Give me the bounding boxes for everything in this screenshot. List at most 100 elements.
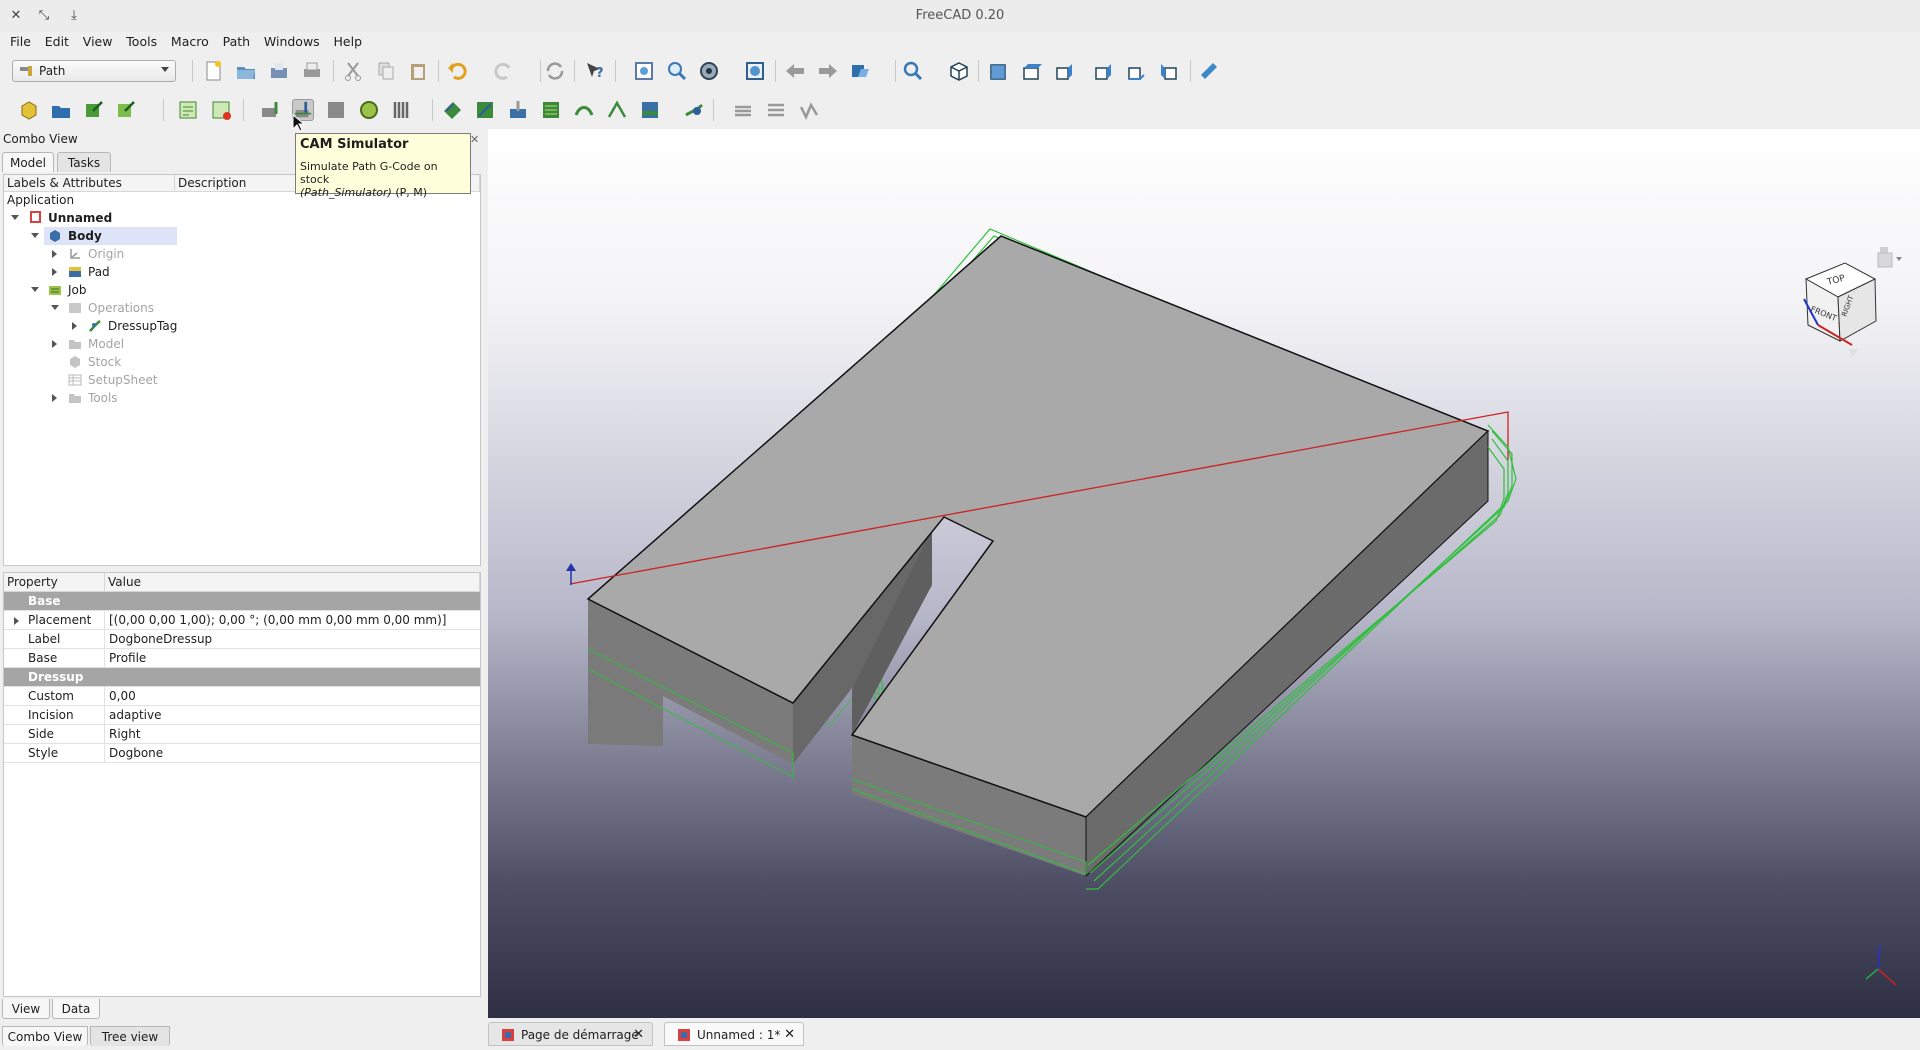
simulator-legacy-icon[interactable] <box>259 99 281 121</box>
draw-style-icon[interactable] <box>698 60 720 82</box>
property-row-placement[interactable]: Placement [(0,00 0,00 1,00); 0,00 °; (0,0… <box>4 611 480 630</box>
tab-view[interactable]: View <box>2 999 50 1019</box>
property-row-side[interactable]: Side Right <box>4 725 480 744</box>
rear-view-icon[interactable] <box>1092 60 1114 82</box>
whats-this-icon[interactable]: ? <box>584 60 606 82</box>
fit-selection-icon[interactable] <box>666 60 688 82</box>
menu-help[interactable]: Help <box>324 32 363 52</box>
menu-file[interactable]: File <box>0 32 31 52</box>
drilling-icon[interactable] <box>507 99 529 121</box>
collapse-arrow-icon[interactable] <box>52 250 57 258</box>
expand-arrow-icon[interactable] <box>11 215 19 220</box>
undo-icon[interactable] <box>446 60 468 82</box>
property-row-base[interactable]: Base Profile <box>4 649 480 668</box>
property-value[interactable]: Dogbone <box>109 744 163 763</box>
property-row-custom[interactable]: Custom 0,00 <box>4 687 480 706</box>
tree-item-pad[interactable]: Pad <box>88 263 110 281</box>
menu-edit[interactable]: Edit <box>35 32 69 52</box>
3d-pocket-icon[interactable] <box>639 99 661 121</box>
property-row-style[interactable]: Style Dogbone <box>4 744 480 763</box>
close-tab-icon[interactable]: ✕ <box>633 1023 644 1047</box>
collapse-arrow-icon[interactable] <box>72 322 77 330</box>
tree-item-model[interactable]: Model <box>88 335 124 353</box>
tab-tree-view[interactable]: Tree view <box>90 1026 170 1046</box>
property-row-incision[interactable]: Incision adaptive <box>4 706 480 725</box>
tree-item-dressup-tag[interactable]: DressupTag <box>108 317 177 335</box>
expand-arrow-icon[interactable] <box>51 305 59 310</box>
save-icon[interactable] <box>268 60 290 82</box>
helix-icon[interactable] <box>573 99 595 121</box>
bounding-box-icon[interactable] <box>744 60 766 82</box>
select-loop-icon[interactable] <box>210 99 232 121</box>
pocket-icon[interactable] <box>474 99 496 121</box>
front-view-icon[interactable] <box>987 60 1009 82</box>
nav-cube-menu-icon[interactable] <box>1896 257 1902 261</box>
property-value[interactable]: DogboneDressup <box>109 630 212 649</box>
expand-arrow-icon[interactable] <box>31 287 39 292</box>
property-value[interactable]: 0,00 <box>109 687 136 706</box>
close-tab-icon[interactable]: ✕ <box>784 1023 795 1047</box>
top-view-icon[interactable] <box>1020 60 1042 82</box>
tab-tasks[interactable]: Tasks <box>57 152 111 172</box>
tree-item-stock[interactable]: Stock <box>88 353 121 371</box>
paste-icon[interactable] <box>407 60 429 82</box>
collapse-arrow-icon[interactable] <box>52 268 57 276</box>
comment-icon[interactable] <box>765 99 787 121</box>
dressup-icon[interactable] <box>683 99 705 121</box>
tree-item-job[interactable]: Job <box>68 281 87 299</box>
zoom-icon[interactable] <box>902 60 924 82</box>
tree-item-origin[interactable]: Origin <box>88 245 124 263</box>
tree-item-setup-sheet[interactable]: SetupSheet <box>88 371 158 389</box>
property-row-label[interactable]: Label DogboneDressup <box>4 630 480 649</box>
new-file-icon[interactable] <box>202 60 224 82</box>
property-value[interactable]: [(0,00 0,00 1,00); 0,00 °; (0,00 mm 0,00… <box>109 611 447 630</box>
menu-view[interactable]: View <box>73 32 113 52</box>
tool-bits-icon[interactable] <box>390 99 412 121</box>
left-view-icon[interactable] <box>1158 60 1180 82</box>
property-value[interactable]: Profile <box>109 649 146 668</box>
print-icon[interactable] <box>301 60 323 82</box>
sanity-check-icon[interactable] <box>115 99 137 121</box>
back-icon[interactable] <box>784 60 806 82</box>
engrave-icon[interactable] <box>606 99 628 121</box>
menu-tools[interactable]: Tools <box>116 32 157 52</box>
isometric-view-icon[interactable] <box>948 60 970 82</box>
tab-data[interactable]: Data <box>52 999 100 1019</box>
expand-arrow-icon[interactable] <box>31 233 39 238</box>
expand-arrow-icon[interactable] <box>14 617 19 625</box>
property-value[interactable]: adaptive <box>109 706 161 725</box>
open-file-icon[interactable] <box>235 60 257 82</box>
bottom-view-icon[interactable] <box>1125 60 1147 82</box>
sync-view-icon[interactable] <box>849 60 871 82</box>
column-header-labels[interactable]: Labels & Attributes <box>4 175 175 192</box>
menu-windows[interactable]: Windows <box>254 32 320 52</box>
column-header-property[interactable]: Property <box>4 573 105 592</box>
redo-icon[interactable] <box>493 60 515 82</box>
stop-simulation-icon[interactable] <box>325 99 347 121</box>
collapse-arrow-icon[interactable] <box>52 340 57 348</box>
tab-combo-view[interactable]: Combo View <box>2 1026 88 1046</box>
refresh-icon[interactable] <box>544 60 566 82</box>
export-template-icon[interactable] <box>83 99 105 121</box>
menu-macro[interactable]: Macro <box>161 32 209 52</box>
tree-item-operations[interactable]: Operations <box>88 299 154 317</box>
workbench-selector[interactable]: Path <box>12 60 176 82</box>
doc-tab-unnamed[interactable]: Unnamed : 1* ✕ <box>664 1022 804 1046</box>
column-header-value[interactable]: Value <box>105 573 480 592</box>
3d-viewport[interactable]: TOP FRONT RIGHT <box>488 129 1920 1018</box>
array-icon[interactable] <box>732 99 754 121</box>
tree-item-tools[interactable]: Tools <box>88 389 118 407</box>
tree-item-unnamed[interactable]: Unnamed <box>48 209 112 227</box>
cut-icon[interactable] <box>342 60 364 82</box>
job-icon[interactable] <box>18 99 40 121</box>
close-panel-icon[interactable]: ✕ <box>470 133 479 146</box>
menu-path[interactable]: Path <box>213 32 250 52</box>
navigation-cube[interactable]: TOP FRONT RIGHT <box>1803 247 1902 357</box>
custom-icon[interactable] <box>798 99 820 121</box>
measure-icon[interactable] <box>1198 60 1220 82</box>
face-icon[interactable] <box>540 99 562 121</box>
collapse-arrow-icon[interactable] <box>52 394 57 402</box>
doc-tab-start-page[interactable]: Page de démarrage ✕ <box>488 1022 653 1046</box>
property-value[interactable]: Right <box>109 725 141 744</box>
copy-icon[interactable] <box>375 60 397 82</box>
